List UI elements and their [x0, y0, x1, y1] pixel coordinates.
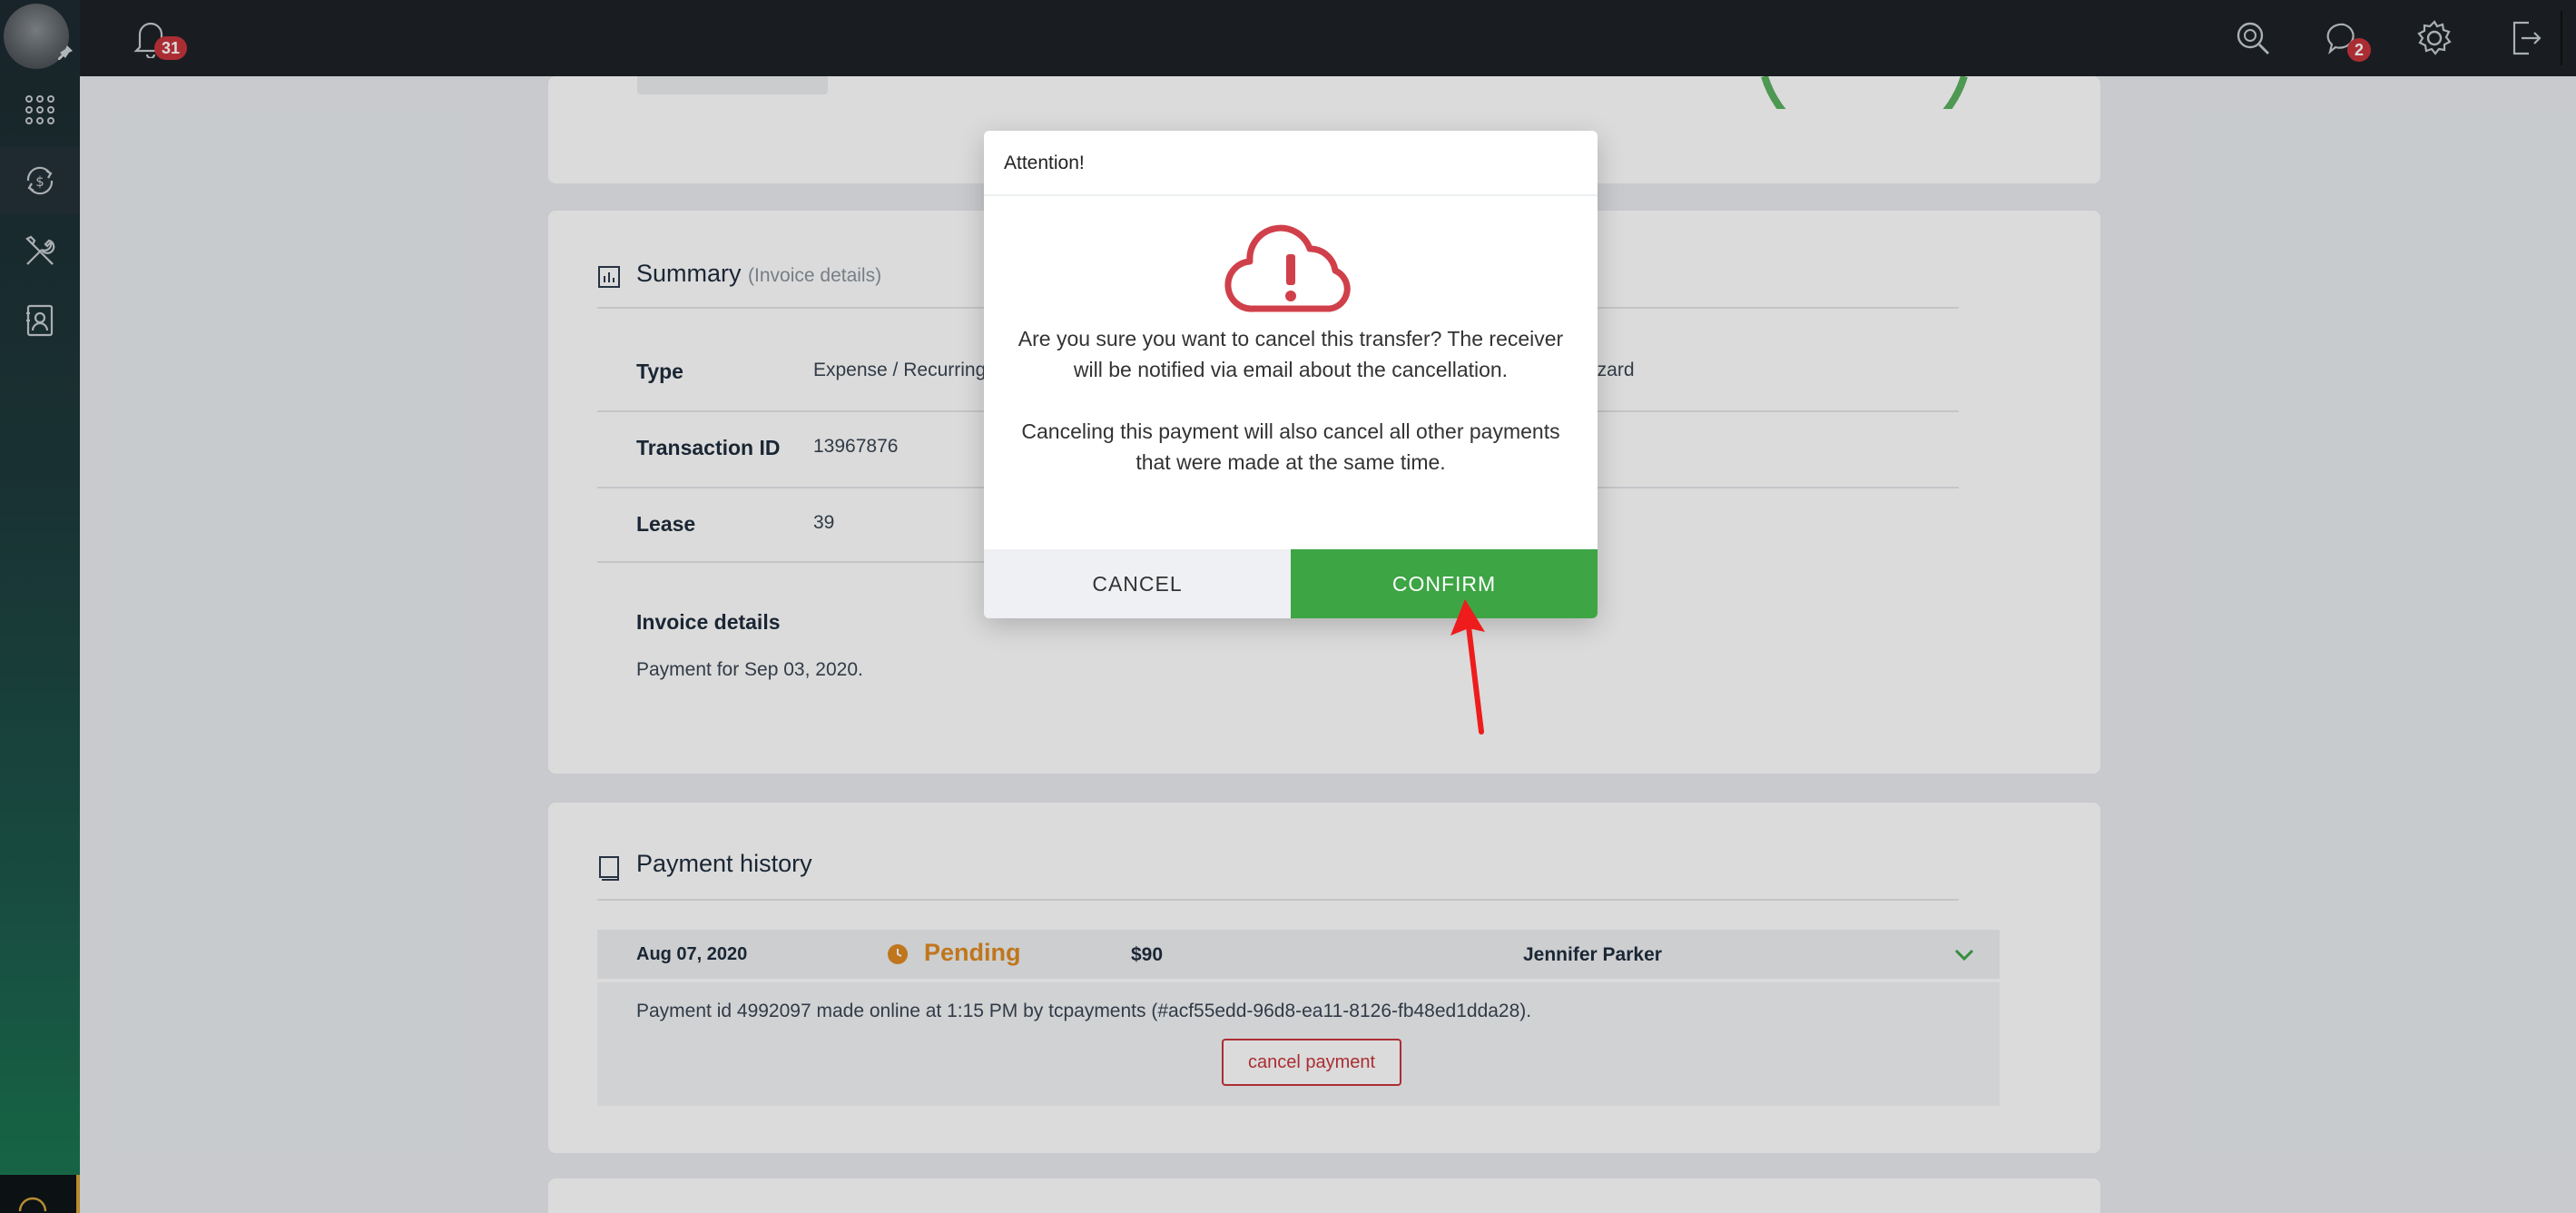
cancel-button[interactable]: CANCEL — [984, 549, 1291, 618]
modal-message-2: Canceling this payment will also cancel … — [1021, 419, 1560, 474]
confirm-cancel-dialog: Attention! Are you sure you want to canc… — [984, 131, 1598, 618]
modal-footer: CANCEL CONFIRM — [984, 549, 1598, 618]
modal-message-1: Are you sure you want to cancel this tra… — [1018, 327, 1564, 381]
modal-icon-wrap — [984, 196, 1598, 323]
cloud-alert-icon — [1224, 224, 1351, 312]
modal-title: Attention! — [984, 131, 1598, 196]
confirm-button[interactable]: CONFIRM — [1291, 549, 1598, 618]
annotation-arrow — [1450, 599, 1485, 735]
